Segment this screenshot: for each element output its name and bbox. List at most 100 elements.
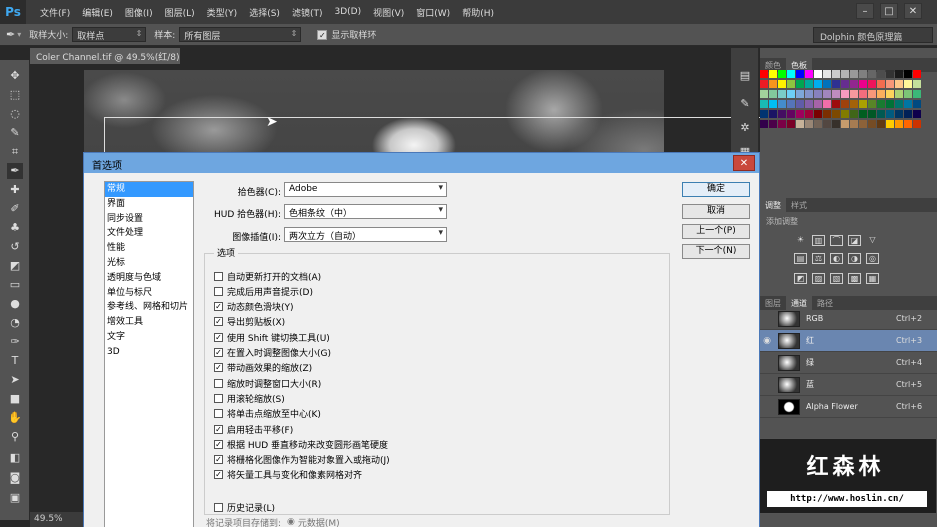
sample-select[interactable]: 所有图层 xyxy=(179,27,302,42)
option-checkbox[interactable] xyxy=(214,378,223,388)
swatch[interactable] xyxy=(787,70,795,78)
option-checkbox[interactable]: ✓ xyxy=(214,363,223,373)
gradient-tool-icon[interactable]: ▭ xyxy=(7,277,23,293)
option-checkbox[interactable] xyxy=(214,286,223,296)
menu-file[interactable]: 文件(F) xyxy=(34,6,76,19)
swatch[interactable] xyxy=(895,110,903,118)
radio-icon[interactable]: ◉ xyxy=(287,517,295,527)
brush-panel-icon[interactable]: ✎ xyxy=(737,96,753,112)
swatch[interactable] xyxy=(868,110,876,118)
option-row[interactable]: ✓ 启用轻击平移(F) xyxy=(214,422,293,436)
swatch[interactable] xyxy=(805,90,813,98)
swatch[interactable] xyxy=(913,110,921,118)
swatch[interactable] xyxy=(859,120,867,128)
swatch[interactable] xyxy=(760,70,768,78)
menu-view[interactable]: 视图(V) xyxy=(367,6,410,19)
history-panel-icon[interactable]: ▤ xyxy=(737,68,753,84)
option-checkbox[interactable] xyxy=(214,393,223,403)
swatch[interactable] xyxy=(859,80,867,88)
menu-edit[interactable]: 编辑(E) xyxy=(76,6,119,19)
swatch[interactable] xyxy=(787,100,795,108)
color-picker-select[interactable]: Adobe xyxy=(284,182,447,197)
channel-row-red[interactable]: ◉ 红 Ctrl+3 xyxy=(760,330,937,352)
category-3d[interactable]: 3D xyxy=(105,345,193,360)
swatch[interactable] xyxy=(841,90,849,98)
swatch[interactable] xyxy=(769,70,777,78)
menu-3d[interactable]: 3D(D) xyxy=(328,7,367,17)
swatch[interactable] xyxy=(796,80,804,88)
swatch[interactable] xyxy=(877,80,885,88)
vibrance-icon[interactable]: ▤ xyxy=(794,253,807,264)
option-row[interactable]: ✓ 将栅格化图像作为智能对象置入或拖动(J) xyxy=(214,453,390,467)
swatch[interactable] xyxy=(868,90,876,98)
menu-type[interactable]: 类型(Y) xyxy=(201,6,244,19)
color-swatch-icon[interactable]: ◧ xyxy=(7,450,23,466)
swatch[interactable] xyxy=(805,120,813,128)
cancel-button[interactable]: 取消 xyxy=(682,204,750,219)
swatch[interactable] xyxy=(868,120,876,128)
workspace-select[interactable]: Dolphin 颜色原理篇 xyxy=(813,27,933,43)
category-interface[interactable]: 界面 xyxy=(105,197,193,212)
settings-panel-icon[interactable]: ✲ xyxy=(737,120,753,136)
category-file-handling[interactable]: 文件处理 xyxy=(105,226,193,241)
swatch[interactable] xyxy=(868,100,876,108)
swatch[interactable] xyxy=(841,80,849,88)
dodge-tool-icon[interactable]: ◔ xyxy=(7,315,23,331)
swatch[interactable] xyxy=(778,90,786,98)
swatch[interactable] xyxy=(769,100,777,108)
swatch[interactable] xyxy=(877,110,885,118)
lasso-tool-icon[interactable]: ◌ xyxy=(7,106,23,122)
close-window-button[interactable]: ✕ xyxy=(904,3,922,19)
history-checkbox[interactable] xyxy=(214,502,223,512)
swatch[interactable] xyxy=(787,120,795,128)
swatch[interactable] xyxy=(904,120,912,128)
swatch[interactable] xyxy=(904,100,912,108)
swatch[interactable] xyxy=(832,120,840,128)
swatch[interactable] xyxy=(769,90,777,98)
swatch[interactable] xyxy=(787,110,795,118)
hud-picker-select[interactable]: 色相条纹（中） xyxy=(284,204,447,219)
option-checkbox[interactable]: ✓ xyxy=(214,302,223,312)
history-option[interactable]: 历史记录(L) xyxy=(214,500,275,514)
swatch[interactable] xyxy=(859,90,867,98)
show-ring-checkbox[interactable]: ✓ xyxy=(317,29,328,40)
swatch[interactable] xyxy=(886,80,894,88)
swatch[interactable] xyxy=(760,80,768,88)
swatch[interactable] xyxy=(904,70,912,78)
swatch[interactable] xyxy=(760,90,768,98)
quick-mask-icon[interactable]: ◙ xyxy=(7,470,23,486)
swatch[interactable] xyxy=(868,80,876,88)
healing-tool-icon[interactable]: ✚ xyxy=(7,182,23,198)
swatch[interactable] xyxy=(895,100,903,108)
swatch[interactable] xyxy=(814,70,822,78)
type-tool-icon[interactable]: T xyxy=(7,353,23,369)
bw-icon[interactable]: ◑ xyxy=(848,253,861,264)
swatch[interactable] xyxy=(832,80,840,88)
menu-window[interactable]: 窗口(W) xyxy=(410,6,456,19)
dialog-titlebar[interactable]: 首选项 ✕ xyxy=(84,153,759,173)
swatch[interactable] xyxy=(850,100,858,108)
option-row[interactable]: ✓ 动态颜色滑块(Y) xyxy=(214,300,294,314)
category-cursors[interactable]: 光标 xyxy=(105,256,193,271)
swatch[interactable] xyxy=(913,120,921,128)
swatch[interactable] xyxy=(805,70,813,78)
swatch[interactable] xyxy=(913,80,921,88)
swatch[interactable] xyxy=(796,70,804,78)
eraser-tool-icon[interactable]: ◩ xyxy=(7,258,23,274)
swatch[interactable] xyxy=(841,120,849,128)
brightness-icon[interactable]: ☀ xyxy=(794,235,807,246)
selective-color-icon[interactable]: ▩ xyxy=(848,273,861,284)
swatch[interactable] xyxy=(841,110,849,118)
swatch[interactable] xyxy=(895,120,903,128)
menu-filter[interactable]: 滤镜(T) xyxy=(286,6,329,19)
swatch[interactable] xyxy=(832,70,840,78)
swatch[interactable] xyxy=(904,110,912,118)
swatch[interactable] xyxy=(823,120,831,128)
menu-layer[interactable]: 图层(L) xyxy=(159,6,201,19)
option-row[interactable]: 将单击点缩放至中心(K) xyxy=(214,407,321,421)
swatch[interactable] xyxy=(895,70,903,78)
hue-sat-icon[interactable]: ⚖ xyxy=(812,253,825,264)
minimize-button[interactable]: – xyxy=(856,3,874,19)
swatch[interactable] xyxy=(877,90,885,98)
photo-filter-icon[interactable]: ◎ xyxy=(866,253,879,264)
